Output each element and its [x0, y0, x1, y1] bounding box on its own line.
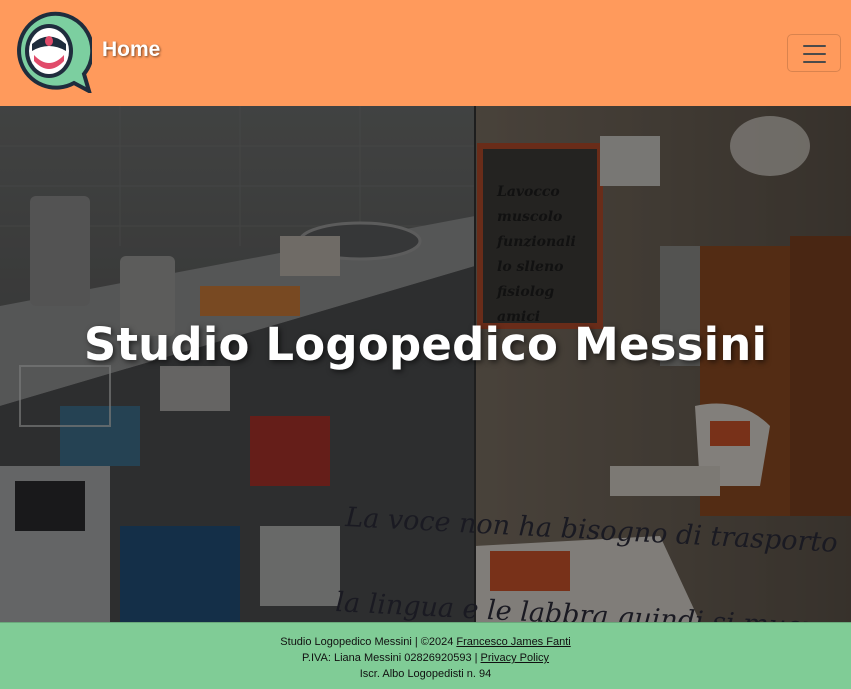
wall-poster-line: lo slleno — [497, 259, 563, 275]
hero-title: Studio Logopedico Messini — [83, 318, 768, 371]
wall-poster-line: fisiolog — [496, 284, 554, 300]
navbar: Home — [0, 0, 851, 106]
footer-vat-line: P.IVA: Liana Messini 02826920593 | Priva… — [0, 650, 851, 666]
footer: Studio Logopedico Messini | ©2024 France… — [0, 622, 851, 689]
hero-banner: Lavocco muscolo funzionali lo slleno fis… — [0, 106, 851, 622]
footer-copyright-line: Studio Logopedico Messini | ©2024 France… — [0, 634, 851, 650]
wall-poster-line: Lavocco — [496, 184, 560, 200]
footer-register-line: Iscr. Albo Logopedisti n. 94 — [359, 668, 492, 680]
speech-bubble-mouth-icon[interactable] — [10, 11, 95, 96]
footer-vat-text: P.IVA: Liana Messini 02826920593 | — [301, 652, 481, 664]
wall-poster-line: muscolo — [497, 209, 562, 225]
footer-copyright-text: Studio Logopedico Messini | ©2024 — [280, 636, 457, 648]
menu-toggle-button[interactable] — [787, 34, 841, 72]
wall-poster-line: funzionali — [496, 234, 576, 250]
brand-home-link[interactable]: Home — [102, 38, 160, 62]
author-link[interactable]: Francesco James Fanti — [456, 636, 570, 648]
privacy-policy-link[interactable]: Privacy Policy — [481, 652, 549, 664]
